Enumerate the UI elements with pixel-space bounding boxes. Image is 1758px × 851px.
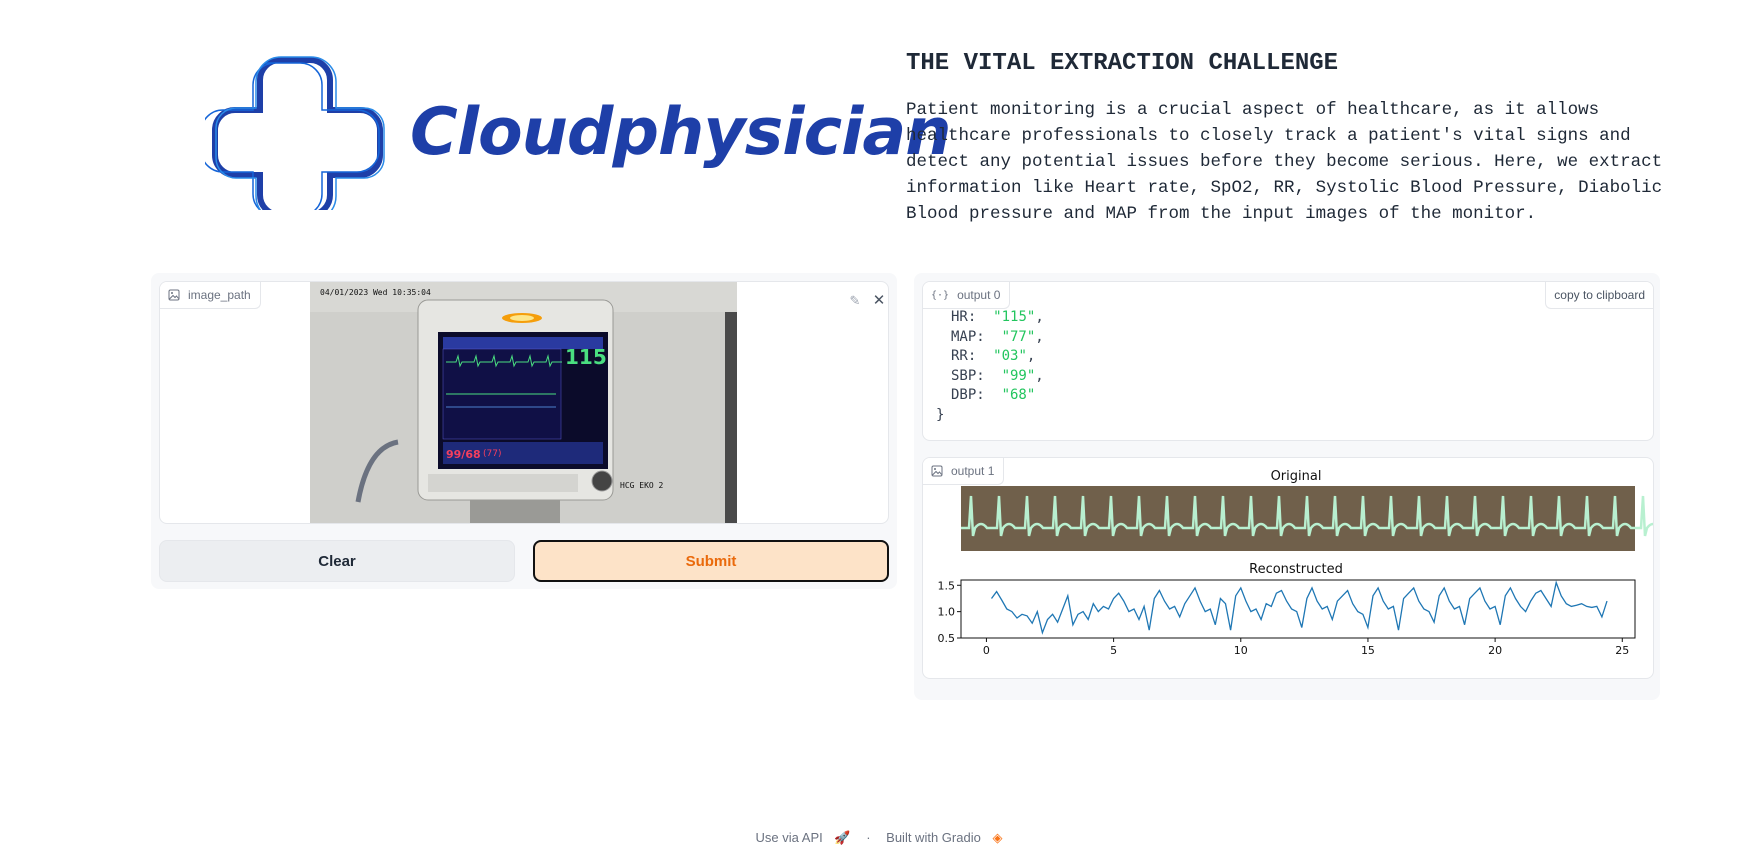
json-body: HR: "115", MAP: "77", RR: "03", SBP: "99", D… (936, 308, 1044, 425)
output0-label-text: output 0 (957, 288, 1001, 302)
json-value: "68" (1001, 387, 1036, 403)
image-icon (931, 465, 943, 477)
y-tick-label: 1.0 (938, 606, 956, 619)
json-value: "99" (1001, 367, 1036, 384)
json-row: DBP: "68" (936, 386, 1044, 406)
json-separator: , (1035, 367, 1044, 384)
close-icon[interactable]: ✕ (870, 292, 888, 310)
original-title: Original (1271, 469, 1322, 484)
gradio-logo-icon: ◈ (992, 830, 1003, 845)
original-ecg-strip (961, 486, 1653, 551)
footer: Use via API 🚀 · Built with Gradio ◈ (0, 830, 1758, 846)
reconstructed-chart: 0 5 10 15 20 25 0.5 1.0 1.5 (938, 579, 1636, 657)
json-separator: , (1026, 348, 1036, 364)
monitor-map: (77) (483, 449, 501, 459)
json-row: RR: "03", (936, 347, 1044, 367)
use-via-api-link[interactable]: Use via API 🚀 (752, 830, 855, 845)
x-tick-label: 5 (1110, 644, 1117, 657)
use-via-api-text: Use via API (755, 830, 823, 845)
output1-label: output 1 (923, 458, 1005, 485)
clear-button[interactable]: Clear (159, 540, 515, 582)
json-value: "03" (993, 348, 1027, 364)
x-tick-label: 20 (1488, 644, 1502, 657)
output0-label: {·} output 0 (923, 282, 1011, 309)
y-tick-label: 0.5 (938, 632, 956, 645)
built-with-gradio-text: Built with Gradio (886, 830, 981, 845)
footer-separator: · (866, 830, 871, 845)
logo-text: Cloudphysician (410, 95, 952, 170)
json-row: HR: "115", (936, 308, 1044, 328)
json-close-brace: } (936, 406, 945, 423)
page-title: THE VITAL EXTRACTION CHALLENGE (906, 50, 1339, 77)
json-key: DBP: (951, 387, 1002, 403)
y-tick-label: 1.5 (938, 579, 956, 592)
json-separator: , (1035, 328, 1044, 345)
rocket-icon: 🚀 (834, 830, 851, 845)
json-rows: HR: "115", MAP: "77", RR: "03", SBP: "99", D… (936, 308, 1044, 406)
json-key: MAP: (951, 328, 1002, 345)
image-input-label: image_path (160, 282, 261, 309)
monitor-bp: 99/68 (446, 448, 481, 461)
image-input[interactable]: image_path 04/01/2023 Wed 10:35:04 115 9… (159, 281, 889, 524)
plot-figure: Original Reconstructed 0 5 10 15 20 25 0.5 1.0 1… (938, 469, 1653, 657)
output-panel: {·} output 0 copy to clipboard HR: "115"… (914, 273, 1660, 700)
image-input-label-text: image_path (188, 288, 251, 302)
monitor-caption: HCG EKO 2 (620, 481, 664, 490)
json-row: SBP: "99", (936, 367, 1044, 387)
json-icon: {·} (931, 289, 950, 301)
copy-to-clipboard-button[interactable]: copy to clipboard (1545, 282, 1653, 309)
monitor-hr: 115 (565, 345, 607, 369)
input-panel: image_path 04/01/2023 Wed 10:35:04 115 9… (151, 273, 897, 589)
monitor-timestamp: 04/01/2023 Wed 10:35:04 (320, 288, 431, 297)
x-tick-label: 0 (983, 644, 990, 657)
json-value: "115" (993, 309, 1036, 325)
json-output: {·} output 0 copy to clipboard HR: "115"… (922, 281, 1654, 441)
x-tick-label: 10 (1234, 644, 1248, 657)
json-key: SBP: (951, 367, 1002, 384)
x-tick-label: 25 (1615, 644, 1629, 657)
plot-output: output 1 Original Reconstructed 0 5 10 15 20… (922, 457, 1654, 679)
cross-logo-icon (200, 56, 385, 222)
output1-label-text: output 1 (951, 464, 995, 478)
json-key: RR: (951, 348, 994, 364)
edit-icon[interactable]: ✎ (846, 292, 864, 310)
built-with-gradio-link[interactable]: Built with Gradio ◈ (882, 830, 1006, 845)
json-value: "77" (1001, 328, 1036, 345)
json-key: HR: (951, 309, 994, 325)
json-separator: , (1035, 309, 1044, 325)
page-description: Patient monitoring is a crucial aspect o… (906, 100, 1663, 224)
image-icon (168, 289, 180, 301)
monitor-image: 04/01/2023 Wed 10:35:04 115 99/68 (77) H… (310, 282, 737, 523)
submit-button[interactable]: Submit (533, 540, 889, 582)
json-row: MAP: "77", (936, 328, 1044, 348)
logo: Cloudphysician (200, 55, 952, 222)
x-tick-label: 15 (1361, 644, 1375, 657)
reconstructed-title: Reconstructed (1249, 562, 1343, 577)
